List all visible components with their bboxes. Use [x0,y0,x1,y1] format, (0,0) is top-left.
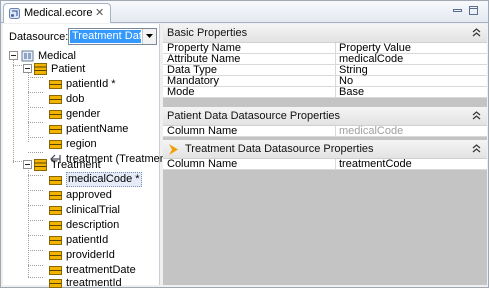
treatment-datasource-table: Column Name treatmentCode [163,159,487,170]
property-name: Column Name [167,158,238,170]
property-value[interactable]: Base [339,87,364,98]
tree-node-label: Treatment [51,159,101,171]
attribute-icon [49,251,62,260]
tree-node-label: treatmentId [66,277,122,288]
tree-node-label: Patient [51,63,86,75]
section-title: Basic Properties [167,27,248,39]
collapse-treatment-toggle[interactable] [23,160,32,169]
package-icon [21,50,34,62]
tree-node-label: treatmentDate [66,264,136,276]
class-icon [34,159,47,171]
tree-node-label: patientName [66,123,129,135]
attribute-icon [49,221,62,230]
attribute-icon [49,95,62,104]
class-icon [34,63,47,75]
patient-datasource-header[interactable]: Patient Data Datasource Properties [163,107,487,126]
tree-node-label: region [66,138,97,150]
minimize-icon[interactable] [453,6,462,15]
model-tree-panel: Datasource: Treatment Data Medical Patie… [3,24,173,288]
attribute-icon [49,140,62,149]
property-value-disabled: medicalCode [339,125,404,137]
attribute-icon [49,176,62,185]
tree-node-label: clinicalTrial [66,204,120,216]
ecore-file-icon [9,8,20,19]
active-datasource-arrow-icon [169,144,178,155]
table-row[interactable]: Mandatory No [163,76,487,87]
attribute-icon [49,206,62,215]
tree-node-label: dob [66,93,85,105]
attribute-icon [49,125,62,134]
attribute-icon [49,279,62,288]
property-name: Mode [167,86,195,98]
tree-node-label: description [66,219,120,231]
tree-node-label: patientId * [66,78,116,90]
table-row[interactable]: Column Name medicalCode [163,126,487,137]
treatment-datasource-header[interactable]: Treatment Data Datasource Properties [163,140,487,159]
maximize-icon[interactable] [469,6,478,15]
editor-tab-bar: Medical.ecore ✕ [1,1,488,23]
table-row[interactable]: Column Name treatmentCode [163,159,487,170]
section-title: Treatment Data Datasource Properties [185,143,374,155]
tab-title: Medical.ecore [24,7,93,19]
model-tree: Medical Patient patientId * dob gender p… [3,24,173,288]
collapse-section-icon[interactable] [472,111,481,120]
property-value[interactable]: treatmentCode [339,159,412,170]
tree-node-label: Medical [38,50,76,62]
tab-medical-ecore[interactable]: Medical.ecore ✕ [3,3,111,23]
ecore-editor-window: Medical.ecore ✕ Datasource: Treatment Da… [0,0,489,288]
collapse-section-icon[interactable] [472,28,481,37]
collapse-patient-toggle[interactable] [23,64,32,73]
tree-node-label-selected: medicalCode * [66,172,142,187]
tree-node-label: patientId [66,234,109,246]
table-row[interactable]: Mode Base [163,87,487,98]
attribute-icon [49,236,62,245]
attribute-icon [49,110,62,119]
collapse-section-icon[interactable] [472,144,481,153]
basic-properties-header[interactable]: Basic Properties [163,24,487,43]
collapse-medical-toggle[interactable] [9,51,18,60]
property-name: Column Name [167,125,238,137]
section-title: Patient Data Datasource Properties [167,110,341,122]
basic-properties-table: Property Name Property Value Attribute N… [163,43,487,98]
tree-node-label: providerId [66,249,115,261]
close-tab-icon[interactable]: ✕ [95,6,104,20]
properties-panel: Basic Properties Property Name Property … [163,24,487,285]
tree-node-label: approved [66,189,112,201]
tree-node-label: gender [66,108,101,120]
attribute-icon [49,191,62,200]
patient-datasource-table: Column Name medicalCode [163,126,487,137]
attribute-icon [49,80,62,89]
attribute-icon [49,266,62,275]
